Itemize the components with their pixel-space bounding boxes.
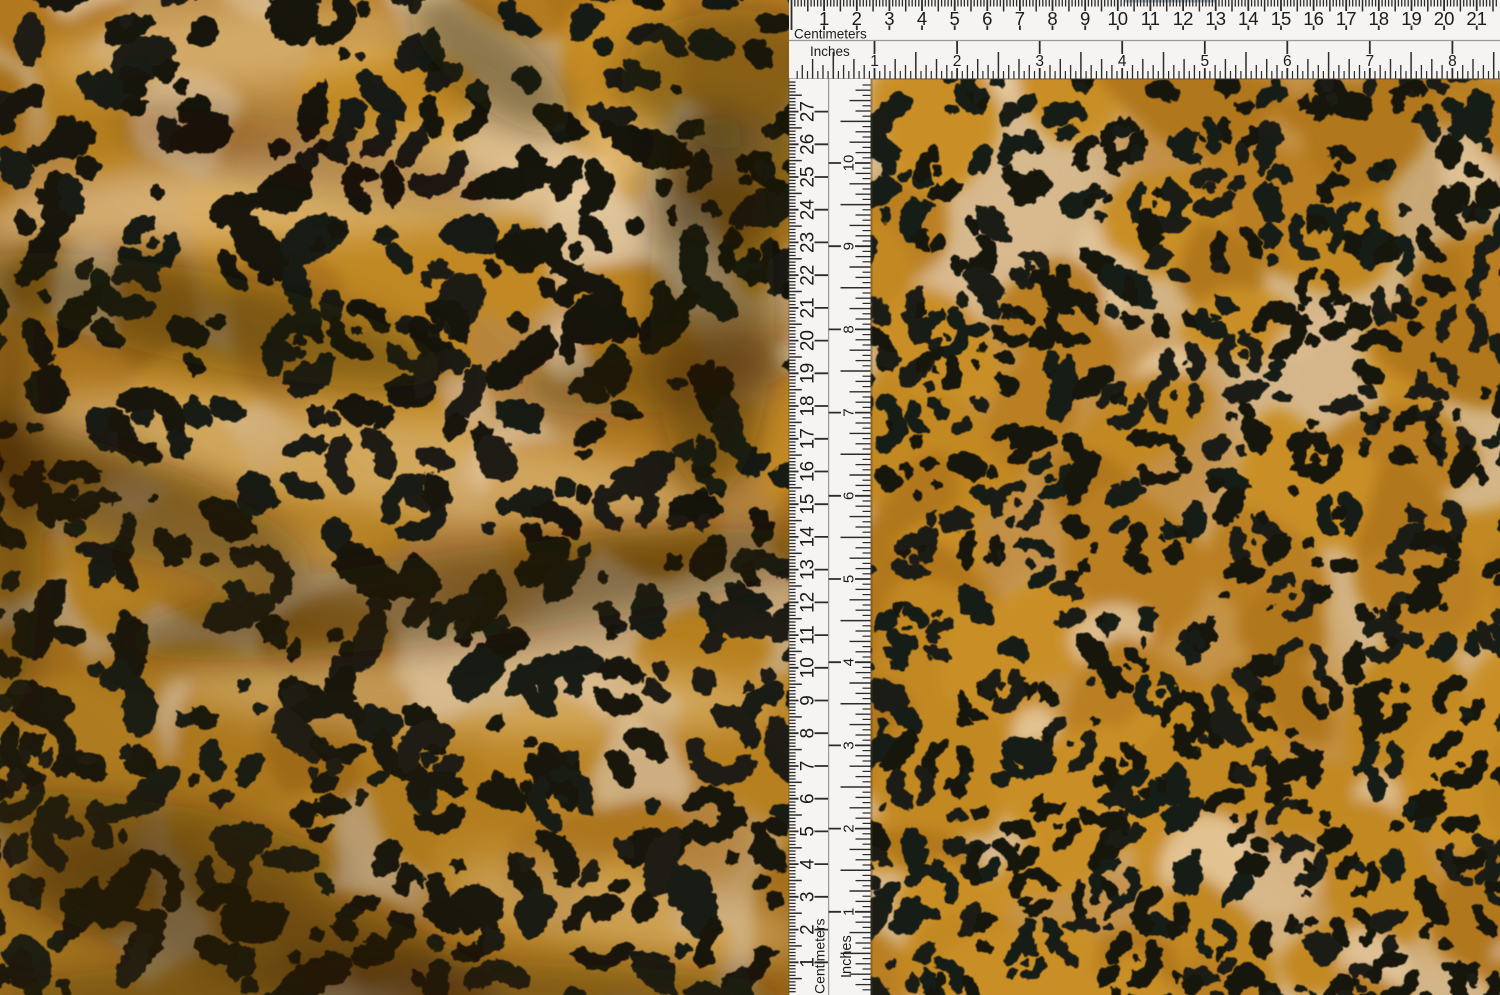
svg-text:15: 15 xyxy=(797,494,818,515)
svg-text:4: 4 xyxy=(1118,53,1127,70)
svg-text:10: 10 xyxy=(840,155,857,172)
svg-text:18: 18 xyxy=(797,395,818,416)
svg-text:13: 13 xyxy=(1205,8,1226,29)
svg-text:8: 8 xyxy=(840,325,857,333)
svg-text:9: 9 xyxy=(797,695,818,706)
svg-text:21: 21 xyxy=(1466,8,1487,29)
svg-text:19: 19 xyxy=(1401,8,1422,29)
svg-text:1: 1 xyxy=(840,908,857,916)
svg-text:Inches: Inches xyxy=(810,44,850,59)
svg-text:7: 7 xyxy=(797,761,818,772)
svg-text:20: 20 xyxy=(797,330,818,351)
svg-text:3: 3 xyxy=(884,8,894,29)
svg-text:8: 8 xyxy=(797,728,818,739)
svg-text:5: 5 xyxy=(949,8,959,29)
svg-text:1: 1 xyxy=(870,53,879,70)
svg-text:14: 14 xyxy=(797,526,818,548)
svg-text:23: 23 xyxy=(797,232,818,253)
svg-text:4: 4 xyxy=(917,8,927,29)
svg-text:26: 26 xyxy=(797,134,818,155)
svg-text:6: 6 xyxy=(797,793,818,804)
svg-text:3: 3 xyxy=(840,741,857,749)
svg-text:7: 7 xyxy=(840,408,857,416)
svg-text:7: 7 xyxy=(1365,53,1374,70)
svg-text:7: 7 xyxy=(1015,8,1025,29)
svg-text:2: 2 xyxy=(840,824,857,832)
svg-text:11: 11 xyxy=(797,625,818,645)
svg-text:5: 5 xyxy=(1200,53,1209,70)
svg-text:15: 15 xyxy=(1271,8,1292,29)
svg-text:4: 4 xyxy=(840,658,857,666)
svg-text:14: 14 xyxy=(1238,8,1259,29)
svg-text:12: 12 xyxy=(1173,8,1194,29)
svg-text:6: 6 xyxy=(1283,53,1292,70)
svg-text:22: 22 xyxy=(797,265,818,286)
svg-text:16: 16 xyxy=(797,461,818,482)
svg-text:20: 20 xyxy=(1434,8,1455,29)
svg-text:5: 5 xyxy=(840,575,857,583)
svg-text:Centimeters: Centimeters xyxy=(812,919,828,994)
svg-text:6: 6 xyxy=(982,8,992,29)
svg-text:10: 10 xyxy=(797,657,818,678)
svg-text:8: 8 xyxy=(1047,8,1057,29)
svg-text:9: 9 xyxy=(840,242,857,250)
svg-text:3: 3 xyxy=(1035,53,1044,70)
svg-text:3: 3 xyxy=(797,892,818,903)
svg-text:16: 16 xyxy=(1303,8,1324,29)
svg-text:9: 9 xyxy=(1080,8,1090,29)
svg-text:19: 19 xyxy=(797,363,818,384)
svg-text:17: 17 xyxy=(1336,8,1357,29)
svg-text:18: 18 xyxy=(1369,8,1390,29)
svg-text:5: 5 xyxy=(797,826,818,837)
svg-text:4: 4 xyxy=(797,858,818,869)
svg-text:27: 27 xyxy=(797,101,818,122)
svg-text:21: 21 xyxy=(797,297,818,318)
svg-text:25: 25 xyxy=(797,166,818,187)
svg-text:12: 12 xyxy=(797,592,818,613)
svg-text:10: 10 xyxy=(1108,8,1129,29)
svg-text:2: 2 xyxy=(953,53,962,70)
svg-text:Centimeters: Centimeters xyxy=(794,27,867,42)
svg-text:17: 17 xyxy=(797,428,818,449)
svg-text:13: 13 xyxy=(797,559,818,580)
svg-text:Inches: Inches xyxy=(839,935,855,978)
svg-text:6: 6 xyxy=(840,492,857,500)
svg-text:8: 8 xyxy=(1448,53,1457,70)
svg-text:24: 24 xyxy=(797,199,818,221)
svg-text:11: 11 xyxy=(1141,8,1160,29)
